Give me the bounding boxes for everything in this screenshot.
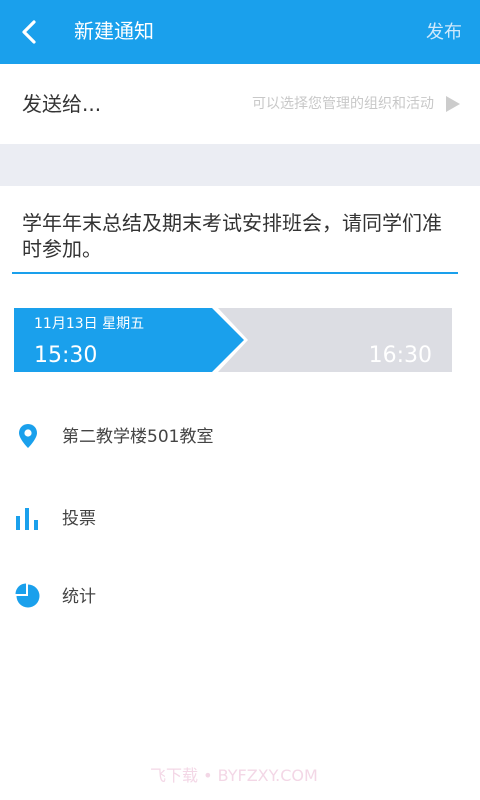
section-divider <box>0 144 480 186</box>
stats-row[interactable]: 统计 <box>0 568 480 628</box>
location-label: 第二教学楼501教室 <box>62 427 214 447</box>
location-pin-icon <box>19 424 37 448</box>
publish-button[interactable]: 发布 <box>426 20 462 46</box>
send-to-row[interactable]: 发送给... 可以选择您管理的组织和活动 <box>0 64 480 144</box>
app-header: 新建通知 发布 <box>0 0 480 64</box>
time-range-selector: 11月13日 星期五 15:30 16:30 <box>14 308 452 372</box>
vote-label: 投票 <box>62 509 96 529</box>
send-to-label: 发送给... <box>22 92 102 116</box>
play-arrow-icon <box>446 96 460 112</box>
watermark-text: 飞下载 • BYFZXY.COM <box>150 766 318 785</box>
end-time[interactable]: 16:30 <box>369 342 432 370</box>
location-row[interactable]: 第二教学楼501教室 <box>0 408 480 468</box>
send-to-hint: 可以选择您管理的组织和活动 <box>252 96 434 112</box>
start-time[interactable]: 15:30 <box>34 342 97 370</box>
notice-content-input[interactable]: 学年年末总结及期末考试安排班会，请同学们准时参加。 <box>22 210 458 262</box>
back-button[interactable] <box>10 12 50 52</box>
start-date[interactable]: 11月13日 星期五 <box>34 314 144 334</box>
page-title: 新建通知 <box>74 19 154 43</box>
bar-chart-icon <box>16 508 38 530</box>
vote-row[interactable]: 投票 <box>0 490 480 550</box>
stats-label: 统计 <box>62 587 96 607</box>
input-underline <box>12 272 458 274</box>
chevron-left-icon <box>22 20 36 44</box>
pie-chart-icon <box>15 583 40 608</box>
